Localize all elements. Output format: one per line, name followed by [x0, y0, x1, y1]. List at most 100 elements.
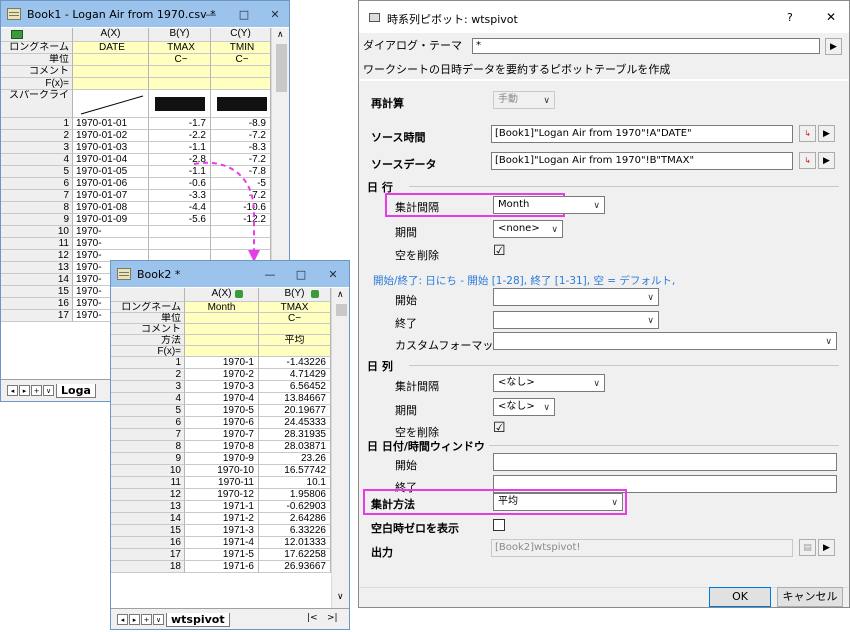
scroll-thumb[interactable] [276, 44, 287, 92]
meta-cell[interactable]: DATE [73, 42, 149, 54]
dialog-titlebar[interactable]: 時系列ピボット: wtspivot ? ✕ [359, 1, 849, 33]
meta-cell[interactable] [185, 346, 259, 357]
meta-label[interactable]: 単位 [1, 54, 73, 66]
row-number[interactable]: 12 [1, 250, 73, 262]
table-cell[interactable]: 1970-4 [185, 393, 259, 405]
table-cell[interactable]: -2.2 [149, 130, 211, 142]
table-cell[interactable]: 1.95806 [259, 489, 331, 501]
meta-cell[interactable] [73, 54, 149, 66]
row-number[interactable]: 7 [1, 190, 73, 202]
row-number[interactable]: 1 [111, 357, 185, 369]
rows-remove-empty-checkbox[interactable]: ☑ [493, 243, 506, 259]
row-number[interactable]: 8 [1, 202, 73, 214]
maximize-button[interactable]: □ [287, 261, 315, 287]
row-number[interactable]: 10 [111, 465, 185, 477]
meta-cell[interactable] [149, 78, 211, 90]
row-number[interactable]: 13 [1, 262, 73, 274]
table-cell[interactable]: 20.19677 [259, 405, 331, 417]
source-data-input[interactable]: [Book1]"Logan Air from 1970"!B"TMAX" [491, 152, 793, 170]
source-time-select-button[interactable]: ↳ [799, 125, 816, 142]
row-number[interactable]: 4 [1, 154, 73, 166]
table-cell[interactable]: 1970-01-03 [73, 142, 149, 154]
row-number[interactable]: 11 [111, 477, 185, 489]
row-number[interactable]: 17 [1, 310, 73, 322]
row-number[interactable]: 3 [111, 381, 185, 393]
table-cell[interactable]: 13.84667 [259, 393, 331, 405]
row-number[interactable]: 13 [111, 501, 185, 513]
hscroll-left-button[interactable]: |< [307, 613, 318, 623]
table-cell[interactable]: 1971-1 [185, 501, 259, 513]
table-cell[interactable]: 4.71429 [259, 369, 331, 381]
hscroll-right-button[interactable]: >| [327, 613, 338, 623]
scroll-up-icon[interactable]: ∧ [277, 30, 284, 40]
close-button[interactable]: ✕ [261, 1, 289, 27]
row-number[interactable]: 8 [111, 441, 185, 453]
rows-interval-combo[interactable]: Month ∨ [493, 196, 605, 214]
meta-label[interactable]: 方法 [111, 335, 185, 346]
add-sheet-button[interactable]: + [31, 385, 42, 396]
table-cell[interactable]: 23.26 [259, 453, 331, 465]
minimize-button[interactable]: — [256, 261, 284, 287]
table-cell[interactable]: -1.7 [149, 118, 211, 130]
scroll-down-icon[interactable]: ∨ [337, 592, 344, 602]
cancel-button[interactable]: キャンセル [777, 587, 843, 607]
meta-cell[interactable] [185, 324, 259, 335]
meta-cell[interactable] [259, 324, 331, 335]
table-cell[interactable]: 1971-2 [185, 513, 259, 525]
meta-cell[interactable]: TMIN [211, 42, 271, 54]
row-number[interactable]: 5 [111, 405, 185, 417]
column-header[interactable]: B(Y) [149, 28, 211, 42]
window-start-input[interactable] [493, 453, 837, 471]
sheet-tab-loga[interactable]: Loga [56, 383, 96, 398]
row-number[interactable]: 3 [1, 142, 73, 154]
close-button[interactable]: ✕ [319, 261, 347, 287]
help-button[interactable]: ? [787, 11, 793, 24]
meta-cell[interactable] [185, 335, 259, 346]
meta-cell[interactable]: C− [211, 54, 271, 66]
meta-cell[interactable] [185, 313, 259, 324]
cols-interval-combo[interactable]: <なし> ∨ [493, 374, 605, 392]
table-cell[interactable]: 1970-10 [185, 465, 259, 477]
table-cell[interactable]: 1970- [73, 226, 149, 238]
maximize-button[interactable]: □ [230, 1, 258, 27]
meta-cell[interactable]: C− [259, 313, 331, 324]
table-cell[interactable]: 1970-12 [185, 489, 259, 501]
cols-section-header[interactable]: 日 列 [367, 358, 393, 374]
row-number[interactable]: 9 [111, 453, 185, 465]
prev-sheet-button[interactable]: ◂ [7, 385, 18, 396]
row-number[interactable]: 16 [1, 298, 73, 310]
meta-label[interactable]: ロングネーム [111, 302, 185, 313]
row-number[interactable]: 6 [1, 178, 73, 190]
table-cell[interactable]: -8.9 [211, 118, 271, 130]
meta-cell[interactable] [259, 346, 331, 357]
ok-button[interactable]: OK [709, 587, 771, 607]
table-cell[interactable]: 1970-3 [185, 381, 259, 393]
table-cell[interactable]: 16.57742 [259, 465, 331, 477]
meta-label[interactable]: コメント [1, 66, 73, 78]
row-number[interactable]: 18 [111, 561, 185, 573]
sheet-list-button[interactable]: ∨ [153, 614, 164, 625]
meta-label[interactable]: ロングネーム [1, 42, 73, 54]
corner-cell[interactable] [111, 288, 185, 302]
row-number[interactable]: 15 [111, 525, 185, 537]
table-cell[interactable]: 12.01333 [259, 537, 331, 549]
meta-cell[interactable] [211, 66, 271, 78]
row-number[interactable]: 1 [1, 118, 73, 130]
meta-cell[interactable] [73, 66, 149, 78]
table-cell[interactable]: 1970-01-06 [73, 178, 149, 190]
meta-label[interactable]: F(x)= [111, 346, 185, 357]
meta-cell[interactable]: Month [185, 302, 259, 313]
row-number[interactable]: 9 [1, 214, 73, 226]
sheet-tab-wtspivot[interactable]: wtspivot [166, 612, 230, 627]
meta-cell[interactable] [73, 78, 149, 90]
table-cell[interactable]: 1970-1 [185, 357, 259, 369]
row-number[interactable]: 11 [1, 238, 73, 250]
select-all-icon[interactable] [11, 30, 23, 39]
row-number[interactable]: 2 [111, 369, 185, 381]
row-number[interactable]: 14 [1, 274, 73, 286]
table-cell[interactable]: 1971-5 [185, 549, 259, 561]
theme-menu-button[interactable]: ▶ [825, 38, 842, 55]
table-cell[interactable]: 1971-3 [185, 525, 259, 537]
table-cell[interactable]: 1970-8 [185, 441, 259, 453]
table-cell[interactable]: 1971-6 [185, 561, 259, 573]
